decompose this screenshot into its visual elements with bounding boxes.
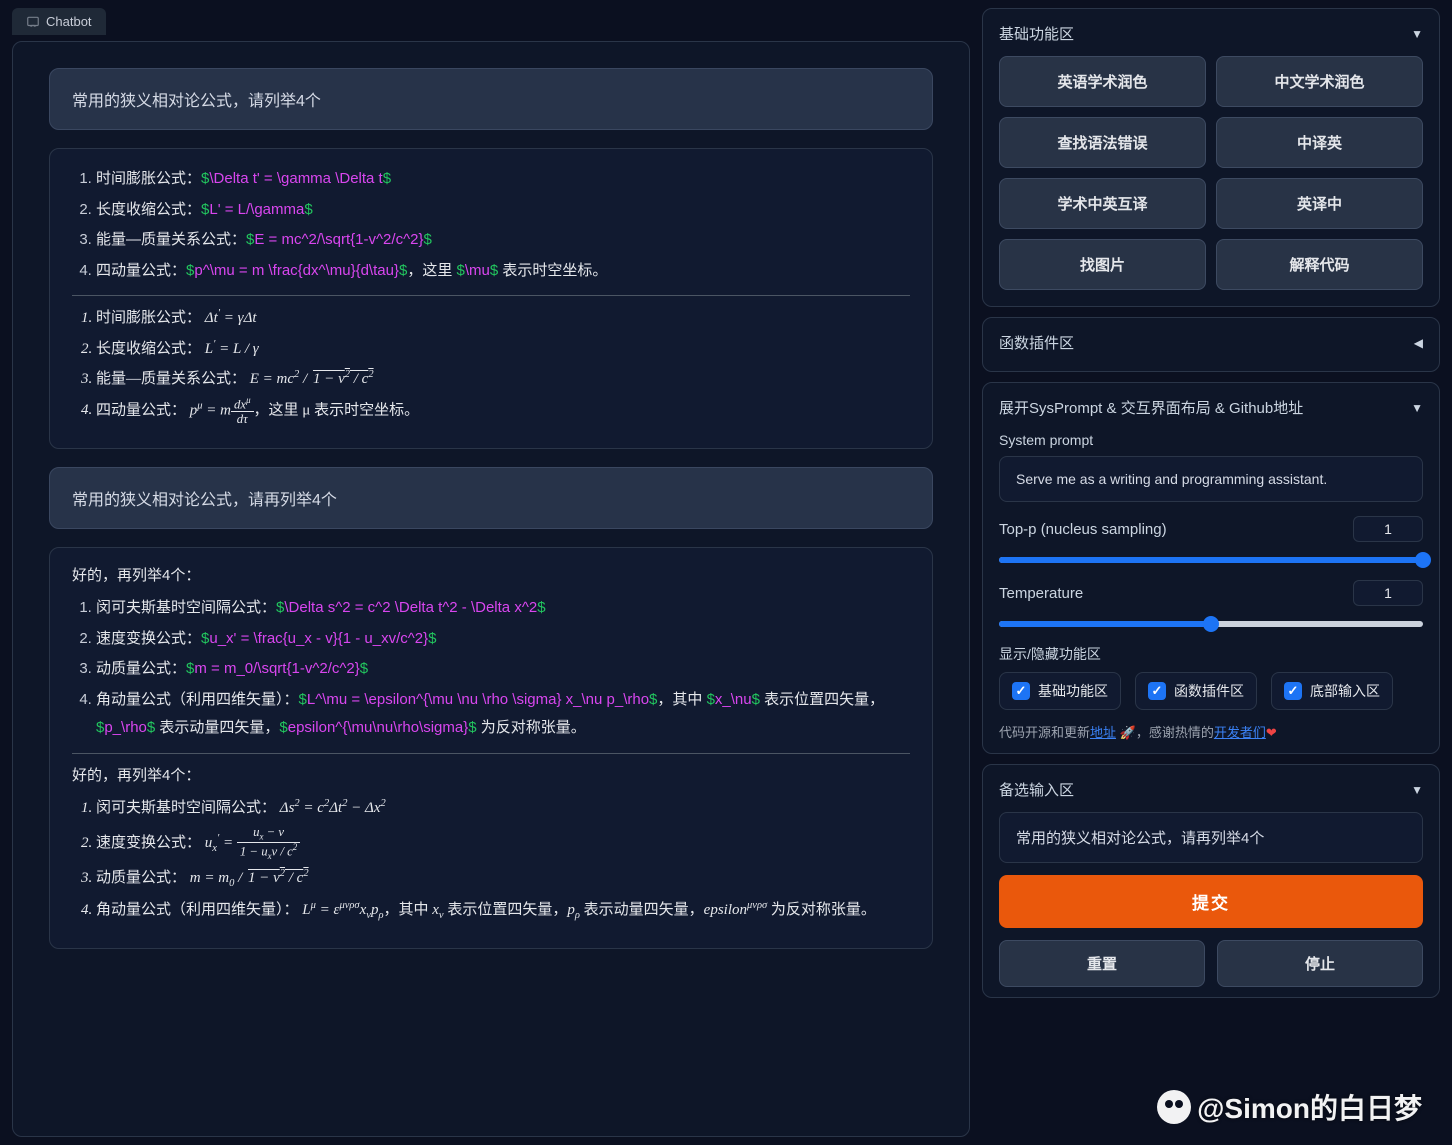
- stop-button[interactable]: 停止: [1217, 940, 1423, 987]
- user-message: 常用的狭义相对论公式，请列举4个: [49, 68, 933, 130]
- sysprompt-input[interactable]: Serve me as a writing and programming as…: [999, 456, 1423, 502]
- panel-title: 展开SysPrompt & 交互界面布局 & Github地址: [999, 397, 1303, 418]
- tab-bar: Chatbot: [12, 8, 970, 35]
- footer-note: 代码开源和更新地址 🚀，感谢热情的开发者们❤: [999, 722, 1423, 741]
- temp-slider[interactable]: [999, 616, 1423, 630]
- chat-area[interactable]: 常用的狭义相对论公式，请列举4个 时间膨胀公式：$\Delta t' = \ga…: [12, 41, 970, 1137]
- topp-value-input[interactable]: [1353, 516, 1423, 542]
- basic-functions-panel: 基础功能区 ▼ 英语学术润色 中文学术润色 查找语法错误 中译英 学术中英互译 …: [982, 8, 1440, 307]
- alt-text-input[interactable]: 常用的狭义相对论公式，请再列举4个: [999, 812, 1423, 863]
- check-icon: ✓: [1012, 682, 1030, 700]
- func-btn-2[interactable]: 查找语法错误: [999, 117, 1206, 168]
- func-btn-3[interactable]: 中译英: [1216, 117, 1423, 168]
- sysprompt-header[interactable]: 展开SysPrompt & 交互界面布局 & Github地址 ▼: [997, 393, 1425, 426]
- submit-button[interactable]: 提交: [999, 875, 1423, 928]
- repo-link[interactable]: 地址: [1090, 725, 1116, 740]
- topp-param: Top-p (nucleus sampling): [999, 516, 1423, 566]
- checkbox-plugin[interactable]: ✓ 函数插件区: [1135, 672, 1257, 710]
- chevron-down-icon: ▼: [1411, 783, 1423, 797]
- bot-message: 时间膨胀公式：$\Delta t' = \gamma \Delta t$ 长度收…: [49, 148, 933, 449]
- temp-label: Temperature: [999, 585, 1083, 602]
- func-btn-0[interactable]: 英语学术润色: [999, 56, 1206, 107]
- alt-input-header[interactable]: 备选输入区 ▼: [997, 775, 1425, 808]
- topp-label: Top-p (nucleus sampling): [999, 521, 1167, 538]
- sysprompt-panel: 展开SysPrompt & 交互界面布局 & Github地址 ▼ System…: [982, 382, 1440, 754]
- sysprompt-label: System prompt: [999, 432, 1423, 448]
- chevron-down-icon: ▼: [1411, 27, 1423, 41]
- user-msg-text: 常用的狭义相对论公式，请列举4个: [72, 93, 321, 110]
- plugin-panel-header[interactable]: 函数插件区 ◀: [997, 328, 1425, 361]
- reset-button[interactable]: 重置: [999, 940, 1205, 987]
- rocket-icon: 🚀: [1120, 725, 1136, 740]
- func-btn-5[interactable]: 英译中: [1216, 178, 1423, 229]
- bot-message: 好的，再列举4个： 闵可夫斯基时空间隔公式：$\Delta s^2 = c^2 …: [49, 547, 933, 949]
- tab-chatbot[interactable]: Chatbot: [12, 8, 106, 35]
- panel-title: 基础功能区: [999, 23, 1074, 44]
- func-btn-6[interactable]: 找图片: [999, 239, 1206, 290]
- func-btn-7[interactable]: 解释代码: [1216, 239, 1423, 290]
- topp-slider[interactable]: [999, 552, 1423, 566]
- alt-input-panel: 备选输入区 ▼ 常用的狭义相对论公式，请再列举4个 提交 重置 停止: [982, 764, 1440, 998]
- user-message: 常用的狭义相对论公式，请再列举4个: [49, 467, 933, 529]
- plugin-panel: 函数插件区 ◀: [982, 317, 1440, 372]
- func-btn-4[interactable]: 学术中英互译: [999, 178, 1206, 229]
- temperature-param: Temperature: [999, 580, 1423, 630]
- basic-panel-header[interactable]: 基础功能区 ▼: [997, 19, 1425, 52]
- user-msg-text: 常用的狭义相对论公式，请再列举4个: [72, 492, 337, 509]
- heart-icon: ❤: [1266, 725, 1277, 740]
- visibility-label: 显示/隐藏功能区: [999, 644, 1423, 664]
- checkbox-basic[interactable]: ✓ 基础功能区: [999, 672, 1121, 710]
- tab-label: Chatbot: [46, 14, 92, 29]
- func-btn-1[interactable]: 中文学术润色: [1216, 56, 1423, 107]
- chevron-left-icon: ◀: [1414, 336, 1423, 350]
- chevron-down-icon: ▼: [1411, 401, 1423, 415]
- panel-title: 函数插件区: [999, 332, 1074, 353]
- checkbox-bottom-input[interactable]: ✓ 底部输入区: [1271, 672, 1393, 710]
- check-icon: ✓: [1284, 682, 1302, 700]
- temp-value-input[interactable]: [1353, 580, 1423, 606]
- chat-icon: [26, 15, 40, 29]
- panel-title: 备选输入区: [999, 779, 1074, 800]
- devs-link[interactable]: 开发者们: [1214, 725, 1266, 740]
- check-icon: ✓: [1148, 682, 1166, 700]
